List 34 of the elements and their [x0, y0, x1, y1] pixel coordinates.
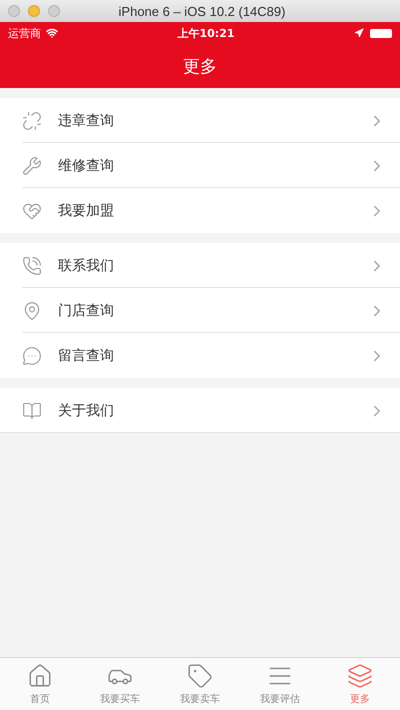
- menu-item[interactable]: 我要加盟: [0, 188, 400, 233]
- status-time: 上午10:21: [176, 26, 236, 40]
- menu-item[interactable]: 维修查询: [0, 143, 400, 188]
- wrench-icon: [22, 156, 42, 176]
- phone-icon: [22, 256, 42, 276]
- wifi-icon: [46, 27, 58, 39]
- menu-item-label: 留言查询: [58, 346, 115, 364]
- close-window-icon[interactable]: [8, 5, 20, 17]
- heart-handshake-icon: [22, 200, 42, 220]
- battery-icon: [370, 28, 392, 38]
- menu-item-label: 维修查询: [58, 156, 115, 174]
- carrier-name: 运营商: [8, 26, 41, 40]
- page-title: 更多: [183, 56, 217, 78]
- menu-item[interactable]: 违章查询: [0, 98, 400, 143]
- menu-item-label: 门店查询: [58, 302, 115, 320]
- unlink-icon: [22, 110, 42, 130]
- menu-item[interactable]: 留言查询: [0, 333, 400, 378]
- menu-item[interactable]: 联系我们: [0, 243, 400, 288]
- chat-bubble-icon: [22, 346, 42, 366]
- map-pin-icon: [22, 300, 42, 320]
- minimize-window-icon[interactable]: [28, 5, 40, 17]
- zoom-window-icon[interactable]: [48, 5, 60, 17]
- location-icon: [354, 28, 364, 38]
- home-icon: [27, 662, 53, 688]
- menu-item[interactable]: 关于我们: [0, 388, 400, 433]
- menu-item-label: 违章查询: [58, 112, 115, 130]
- tag-icon: [187, 662, 213, 688]
- menu-item-label: 联系我们: [58, 256, 115, 274]
- menu-item-label: 我要加盟: [58, 202, 115, 220]
- menu-item[interactable]: 门店查询: [0, 288, 400, 333]
- menu-item-label: 关于我们: [58, 402, 115, 420]
- layers-icon: [347, 662, 373, 688]
- window-title: iPhone 6 – iOS 10.2 (14C89): [118, 4, 286, 18]
- book-icon: [22, 400, 42, 420]
